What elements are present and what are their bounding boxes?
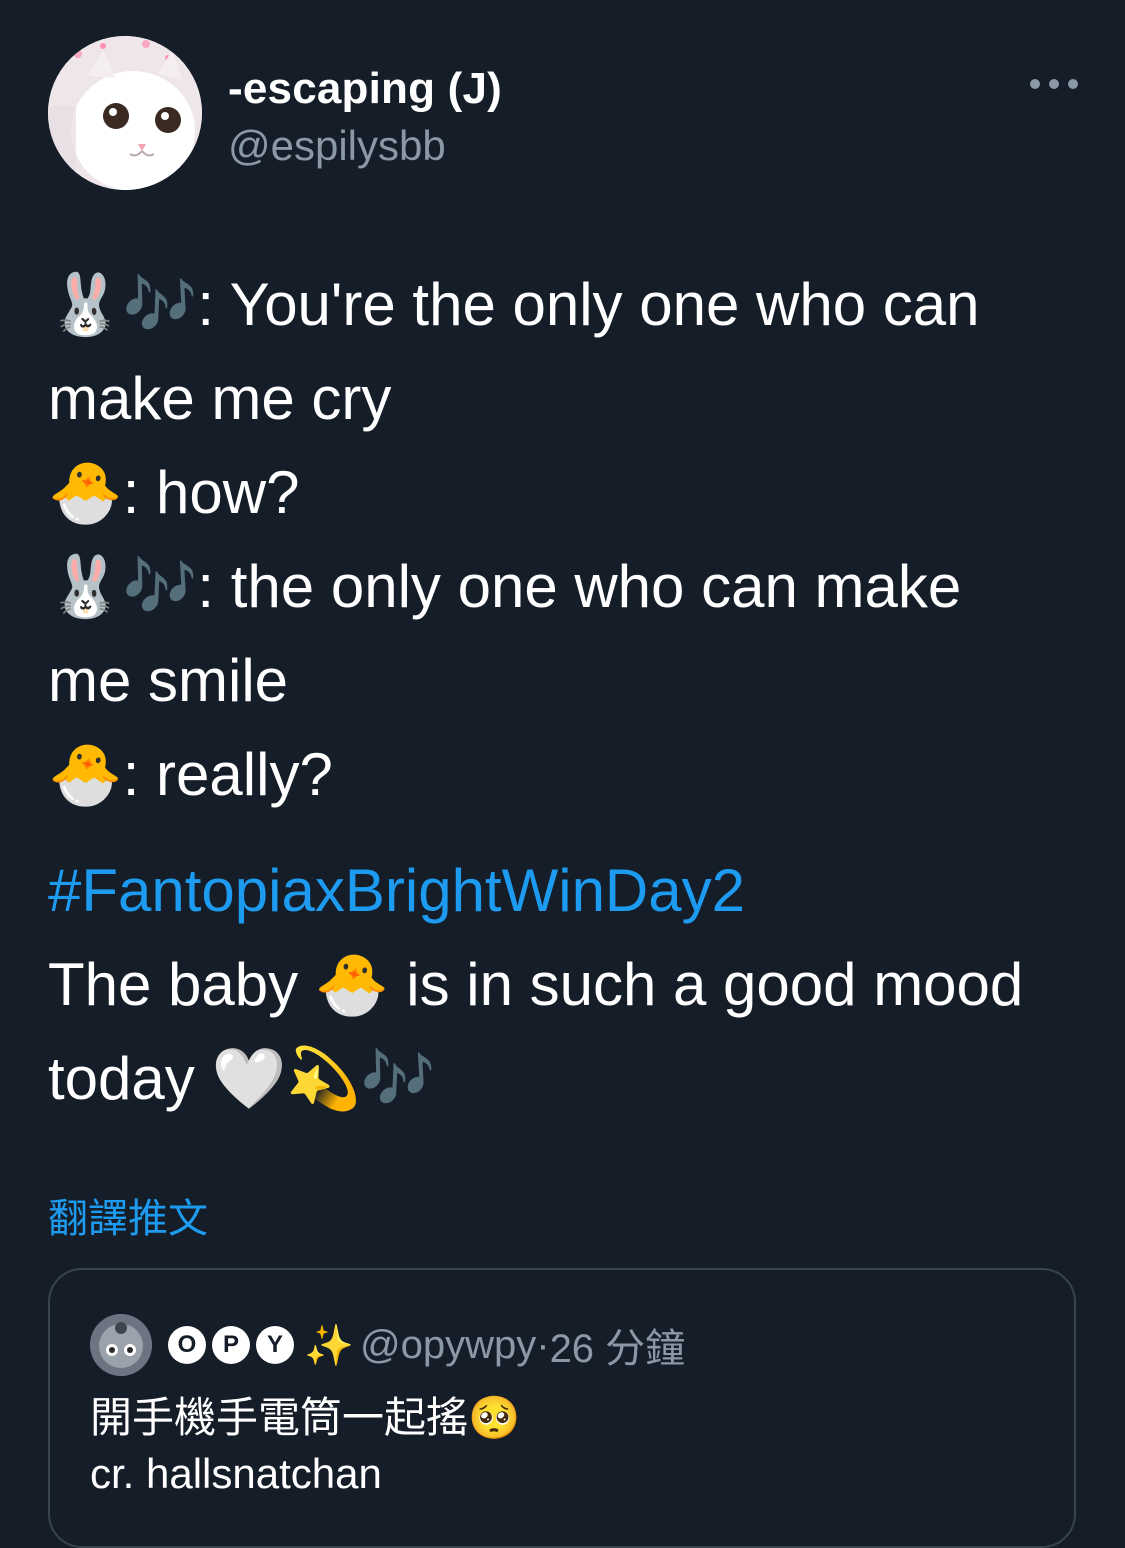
bunny-music-emoji: 🐰🎶: [48, 552, 198, 622]
quote-line-2: cr. hallsnatchan: [90, 1450, 382, 1497]
quoted-tweet[interactable]: O P Y ✨ @opywpy · 26 分鐘 開手機手電筒一起搖🥺 cr. h…: [48, 1268, 1076, 1548]
more-options-icon[interactable]: [1030, 72, 1078, 96]
meta-separator: ·: [536, 1322, 550, 1367]
author-handle[interactable]: @espilysbb: [228, 122, 446, 170]
sparkle-icon: ✨: [304, 1323, 354, 1368]
tweet-line-text: : how?: [122, 459, 300, 526]
quote-line-1-text: 開手機手電筒一起搖: [90, 1394, 469, 1441]
tweet-line: 🐣: how?: [48, 446, 1078, 540]
hashtag-link[interactable]: #FantopiaxBrightWinDay2: [48, 844, 1078, 938]
hatching-chick-emoji: 🐣: [314, 950, 390, 1020]
tweet-line: 🐣: really?: [48, 728, 1078, 822]
cat-avatar-image: [48, 36, 202, 190]
bunny-music-emoji: 🐰🎶: [48, 270, 198, 340]
letter-badge-p: P: [212, 1326, 250, 1364]
quote-line-1: 開手機手電筒一起搖🥺: [90, 1390, 520, 1446]
tweet-line: make me cry: [48, 352, 1078, 446]
closing-text-2: is in such a good mood: [389, 951, 1024, 1018]
closing-text-1: The baby: [48, 951, 315, 1018]
quote-author-handle[interactable]: @opywpy: [360, 1323, 536, 1368]
tweet-line-text: : You're the only one who can: [197, 271, 980, 338]
tweet-text: 🐰🎶: You're the only one who can make me …: [48, 258, 1078, 1126]
hatching-chick-emoji: 🐣: [48, 458, 123, 528]
tweet-line: The baby 🐣 is in such a good mood: [48, 938, 1078, 1032]
tweet-line-text: : the only one who can make: [197, 553, 962, 620]
tweet-line: 🐰🎶: You're the only one who can: [48, 258, 1078, 352]
tweet-header: -escaping (J) @espilysbb: [48, 36, 1078, 196]
translate-tweet-link[interactable]: 翻譯推文: [48, 1186, 208, 1244]
quote-meta: @opywpy · 26 分鐘: [360, 1314, 685, 1376]
tweet-line-text: make me cry: [48, 365, 392, 432]
tweet-line: today 🤍💫🎶: [48, 1032, 1078, 1126]
letter-badge-o: O: [168, 1326, 206, 1364]
tweet-line-text: me smile: [48, 647, 289, 714]
more-dot: [1068, 79, 1078, 89]
quote-author-name: O P Y ✨: [168, 1314, 354, 1376]
author-avatar[interactable]: [48, 36, 202, 190]
quote-text: 開手機手電筒一起搖🥺 cr. hallsnatchan: [90, 1390, 520, 1502]
quote-avatar-image: [90, 1314, 152, 1376]
more-dot: [1049, 79, 1059, 89]
pleading-face-emoji: 🥺: [468, 1393, 521, 1442]
author-display-name[interactable]: -escaping (J): [228, 64, 502, 114]
tweet-line-text: : really?: [122, 741, 333, 808]
tweet-line: 🐰🎶: the only one who can make: [48, 540, 1078, 634]
letter-badge-y: Y: [256, 1326, 294, 1364]
more-dot: [1030, 79, 1040, 89]
hatching-chick-emoji: 🐣: [48, 740, 123, 810]
tweet-line: me smile: [48, 634, 1078, 728]
heart-sparkle-music-emoji: 🤍💫🎶: [211, 1044, 436, 1114]
closing-text-3: today: [48, 1045, 212, 1112]
quote-author-avatar[interactable]: [90, 1314, 152, 1376]
quote-timestamp: 26 分鐘: [549, 1327, 686, 1371]
